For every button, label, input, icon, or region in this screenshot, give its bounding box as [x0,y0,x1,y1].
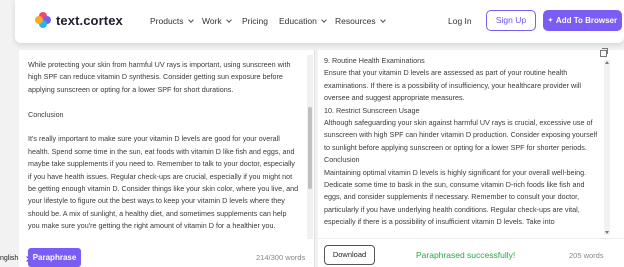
output-scrollbar[interactable] [604,60,610,235]
nav-education[interactable]: Education [279,16,327,26]
scroll-down-icon[interactable] [605,231,609,234]
input-text-panel[interactable]: While protecting your skin from harmful … [19,50,315,267]
output-text: 9. Routine Health Examinations Ensure th… [324,55,604,235]
input-paragraph: It's really important to make sure your … [28,134,299,231]
copy-icon[interactable] [600,48,608,57]
output-line: 9. Routine Health Examinations [324,56,425,65]
nav-pricing-label: Pricing [242,16,268,26]
output-text-panel: 9. Routine Health Examinations Ensure th… [318,50,624,267]
input-textarea[interactable]: While protecting your skin from harmful … [28,59,300,251]
login-link[interactable]: Log In [448,16,472,26]
nav-work[interactable]: Work [202,16,232,26]
chevron-down-icon [225,16,232,23]
output-line: Although safeguarding your skin against … [324,118,598,152]
paraphrase-button[interactable]: Paraphrase [28,248,81,267]
top-navigation-bar: text.cortex Products Work Pricing Educat… [15,0,624,43]
sparkle-icon: ✦ [547,18,553,24]
download-button[interactable]: Download [324,245,375,265]
input-word-count: 214/300 words [256,253,306,262]
output-line: 10. Restrict Sunscreen Usage [324,105,420,115]
chevron-down-icon [320,16,327,23]
nav-resources-label: Resources [335,16,376,26]
scroll-up-icon[interactable] [605,61,609,64]
nav-products[interactable]: Products [150,16,194,26]
chevron-down-icon [187,16,194,23]
output-line: Conclusion [324,155,360,165]
input-scrollbar[interactable] [307,55,313,239]
input-scrollbar-thumb[interactable] [308,107,312,189]
success-status: Paraphrased successfully! [416,250,516,260]
language-selector[interactable]: nglish [0,250,31,267]
nav-products-label: Products [150,16,184,26]
logo-icon [35,12,51,28]
add-to-browser-button[interactable]: ✦ Add To Browser [543,10,622,31]
output-line: Ensure that your vitamin D levels are as… [324,68,582,103]
signup-button[interactable]: Sign Up [486,10,536,31]
output-line: Maintaining optimal vitamin D levels is … [324,167,587,227]
nav-education-label: Education [279,16,317,26]
language-label: nglish [0,255,19,262]
output-word-count: 205 words [569,251,604,260]
input-paragraph: While protecting your skin from harmful … [28,60,291,94]
brand-name: text.cortex [56,12,123,28]
divider [318,238,624,239]
nav-resources[interactable]: Resources [335,16,386,26]
chevron-down-icon [379,16,386,23]
brand-logo[interactable]: text.cortex [35,12,123,28]
nav-work-label: Work [202,16,222,26]
add-to-browser-label: Add To Browser [555,16,618,25]
input-paragraph: Conclusion [28,109,64,119]
nav-pricing[interactable]: Pricing [242,16,268,26]
